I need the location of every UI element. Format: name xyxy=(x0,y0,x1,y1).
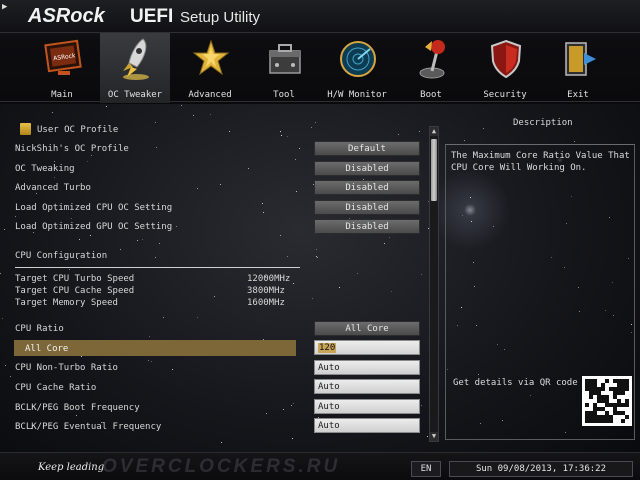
tab-boot[interactable]: Boot xyxy=(396,33,466,103)
tab-label: Tool xyxy=(273,90,295,100)
info-label: Target CPU Cache Speed xyxy=(15,286,135,296)
setting-label: CPU Cache Ratio xyxy=(15,383,97,393)
star xyxy=(464,140,465,141)
tab-main[interactable]: ASRock Main xyxy=(27,33,97,103)
watermark: OVERCLOCKERS.RU xyxy=(102,456,341,477)
setting-label: Advanced Turbo xyxy=(15,183,91,193)
tab-label: Security xyxy=(483,90,527,100)
tab-label: H/W Monitor xyxy=(327,90,387,100)
tab-label: Main xyxy=(51,90,73,100)
all-core-input[interactable]: 120 xyxy=(314,340,420,355)
header: ▶ ASRock UEFI Setup Utility ASRock Main … xyxy=(0,0,640,104)
info-value: 3800MHz xyxy=(247,286,285,296)
brand-logo: ASRock xyxy=(28,5,105,27)
tab-label: Boot xyxy=(420,90,442,100)
setting-label: BCLK/PEG Eventual Frequency xyxy=(15,422,162,432)
tab-label: Exit xyxy=(567,90,589,100)
star xyxy=(193,115,194,116)
qr-code-icon xyxy=(582,376,632,426)
star-icon xyxy=(192,39,230,76)
setting-label: All Core xyxy=(25,344,69,354)
toolbox-icon xyxy=(269,44,301,74)
setting-label: CPU Ratio xyxy=(15,324,64,334)
star xyxy=(4,229,5,230)
tab-tool[interactable]: Tool xyxy=(249,33,319,103)
star xyxy=(483,128,484,129)
datetime-display: Sun 09/08/2013, 17:36:22 xyxy=(449,461,633,477)
tab-exit[interactable]: Exit xyxy=(543,33,613,103)
tab-advanced[interactable]: Advanced xyxy=(175,33,245,103)
star xyxy=(52,112,53,113)
star xyxy=(210,114,211,115)
mouse-cursor-icon: ▶ xyxy=(2,2,8,12)
section-heading: CPU Configuration xyxy=(15,251,108,261)
slogan: Keep leading xyxy=(38,462,105,473)
exit-door-icon xyxy=(565,42,596,76)
setting-label: Load Optimized CPU OC Setting xyxy=(15,203,173,213)
info-label: Target Memory Speed xyxy=(15,298,118,308)
tab-oc-tweaker[interactable]: OC Tweaker xyxy=(100,33,170,103)
setting-label: Load Optimized GPU OC Setting xyxy=(15,222,173,232)
non-turbo-ratio-input[interactable]: Auto xyxy=(314,360,420,375)
monitor-icon: ASRock xyxy=(44,39,82,75)
star xyxy=(574,141,575,142)
user-oc-profile-link[interactable]: User OC Profile xyxy=(37,125,118,135)
description-title: Description xyxy=(513,118,573,128)
setting-label: OC Tweaking xyxy=(15,164,75,174)
scroll-up-icon[interactable]: ▲ xyxy=(430,127,438,136)
tab-bar: ASRock Main OC Tweaker Advanced Tool H/W… xyxy=(0,32,640,103)
setting-label: NickShih's OC Profile xyxy=(15,144,129,154)
setting-label: CPU Non-Turbo Ratio xyxy=(15,363,118,373)
tab-security[interactable]: Security xyxy=(470,33,540,103)
qr-cell xyxy=(625,419,629,423)
rocket-icon xyxy=(123,38,149,80)
cpu-ratio-select[interactable]: All Core xyxy=(314,321,420,336)
tab-hw-monitor[interactable]: H/W Monitor xyxy=(322,33,392,103)
info-value: 12000MHz xyxy=(247,274,291,284)
language-button[interactable]: EN xyxy=(411,461,441,477)
joystick-icon xyxy=(419,40,445,79)
product-name: UEFI xyxy=(130,6,174,27)
description-text: The Maximum Core Ratio Value That CPU Co… xyxy=(451,151,630,173)
settings-list: User OC Profile NickShih's OC Profile De… xyxy=(10,120,430,450)
star xyxy=(0,273,1,274)
scroll-thumb[interactable] xyxy=(431,139,437,201)
radar-icon xyxy=(340,41,376,77)
load-cpu-oc-select[interactable]: Disabled xyxy=(314,200,420,215)
info-value: 1600MHz xyxy=(247,298,285,308)
oc-profile-select[interactable]: Default xyxy=(314,141,420,156)
load-gpu-oc-select[interactable]: Disabled xyxy=(314,219,420,234)
star xyxy=(181,105,182,106)
folder-icon xyxy=(20,123,31,135)
input-cursor-text: 120 xyxy=(318,343,337,353)
section-divider xyxy=(15,267,300,268)
product-subtitle: Setup Utility xyxy=(180,9,261,26)
setting-label: BCLK/PEG Boot Frequency xyxy=(15,403,140,413)
scrollbar[interactable]: ▲ ▼ xyxy=(429,126,439,442)
cache-ratio-input[interactable]: Auto xyxy=(314,379,420,394)
star xyxy=(106,106,107,107)
info-label: Target CPU Turbo Speed xyxy=(15,274,135,284)
scroll-down-icon[interactable]: ▼ xyxy=(430,432,438,441)
bclk-eventual-input[interactable]: Auto xyxy=(314,418,420,433)
star xyxy=(2,318,3,319)
advanced-turbo-select[interactable]: Disabled xyxy=(314,180,420,195)
tab-label: Advanced xyxy=(188,90,232,100)
star xyxy=(5,365,6,366)
oc-tweaking-select[interactable]: Disabled xyxy=(314,161,420,176)
footer: Keep leading OVERCLOCKERS.RU EN Sun 09/0… xyxy=(0,452,640,480)
bclk-boot-input[interactable]: Auto xyxy=(314,399,420,414)
shield-icon xyxy=(490,39,522,79)
qr-label: Get details via QR code xyxy=(453,378,578,388)
tab-label: OC Tweaker xyxy=(107,90,163,100)
